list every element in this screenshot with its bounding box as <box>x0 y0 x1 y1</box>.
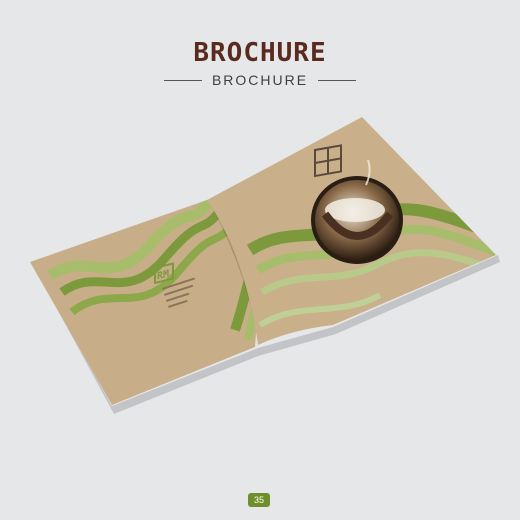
brochure-mockup: RM <box>30 117 500 414</box>
page-number-badge: 35 <box>248 493 270 507</box>
